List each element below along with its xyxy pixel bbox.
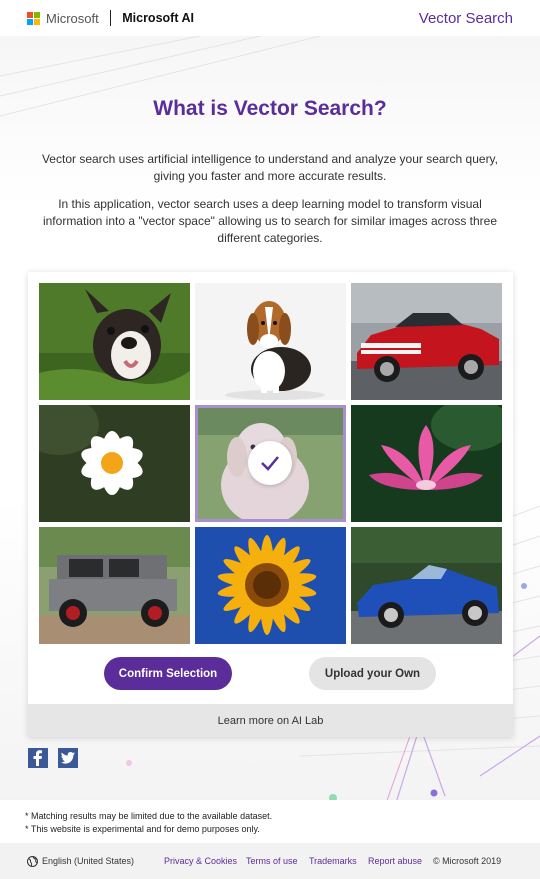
red-mustang-image bbox=[351, 283, 502, 400]
report-abuse-link[interactable]: Report abuse bbox=[368, 856, 422, 866]
confirm-selection-button[interactable]: Confirm Selection bbox=[104, 657, 232, 690]
pink-lotus-image bbox=[351, 405, 502, 522]
boston-terrier-image bbox=[39, 283, 190, 400]
disclaimer-note: * Matching results may be limited due to… bbox=[25, 811, 273, 821]
twitter-share-button[interactable] bbox=[58, 748, 78, 768]
image-tile-white-daisy[interactable] bbox=[39, 405, 190, 522]
disclaimer-note: * This website is experimental and for d… bbox=[25, 824, 260, 834]
checkmark-icon bbox=[261, 456, 279, 471]
microsoft-brand[interactable]: Microsoft bbox=[46, 11, 99, 26]
page-title: What is Vector Search? bbox=[153, 97, 387, 120]
twitter-icon bbox=[61, 752, 75, 764]
globe-icon bbox=[27, 855, 38, 867]
image-tile-g-wagon[interactable] bbox=[39, 527, 190, 644]
image-selection-card: Confirm Selection Upload your Own Learn … bbox=[28, 272, 513, 737]
intro-paragraph-2: In this application, vector search uses … bbox=[42, 197, 498, 245]
header-divider bbox=[109, 10, 112, 26]
app-title[interactable]: Vector Search bbox=[419, 10, 513, 27]
trademarks-link[interactable]: Trademarks bbox=[309, 856, 357, 866]
g-wagon-image bbox=[39, 527, 190, 644]
privacy-cookies-link[interactable]: Privacy & Cookies bbox=[164, 856, 237, 866]
selected-checkmark bbox=[248, 441, 292, 485]
image-tile-beagle[interactable] bbox=[195, 283, 346, 400]
image-tile-golden-retriever[interactable] bbox=[195, 405, 346, 522]
facebook-share-button[interactable] bbox=[28, 748, 48, 768]
white-daisy-image bbox=[39, 405, 190, 522]
disclaimer-notes: * Matching results may be limited due to… bbox=[0, 800, 540, 843]
site-header: Microsoft Microsoft AI Vector Search bbox=[0, 0, 540, 36]
image-tile-boston-terrier[interactable] bbox=[39, 283, 190, 400]
blue-convertible-image bbox=[351, 527, 502, 644]
image-tile-blue-convertible[interactable] bbox=[351, 527, 502, 644]
upload-your-own-button[interactable]: Upload your Own bbox=[309, 657, 436, 690]
sunflower-image bbox=[195, 527, 346, 644]
locale-label: English (United States) bbox=[42, 856, 135, 866]
image-tile-red-mustang[interactable] bbox=[351, 283, 502, 400]
image-tile-pink-lotus[interactable] bbox=[351, 405, 502, 522]
learn-more-link[interactable]: Learn more on AI Lab bbox=[28, 704, 513, 737]
intro-paragraph-1: Vector search uses artificial intelligen… bbox=[41, 152, 499, 183]
copyright: © Microsoft 2019 bbox=[433, 856, 502, 866]
facebook-icon bbox=[33, 750, 42, 766]
terms-of-use-link[interactable]: Terms of use bbox=[246, 856, 298, 866]
locale-selector[interactable]: English (United States) bbox=[27, 855, 135, 867]
site-footer: English (United States) Privacy & Cookie… bbox=[0, 843, 540, 879]
microsoft-logo-icon[interactable] bbox=[27, 11, 40, 25]
image-tile-sunflower[interactable] bbox=[195, 527, 346, 644]
beagle-image bbox=[195, 283, 346, 400]
microsoft-ai-link[interactable]: Microsoft AI bbox=[122, 11, 194, 25]
